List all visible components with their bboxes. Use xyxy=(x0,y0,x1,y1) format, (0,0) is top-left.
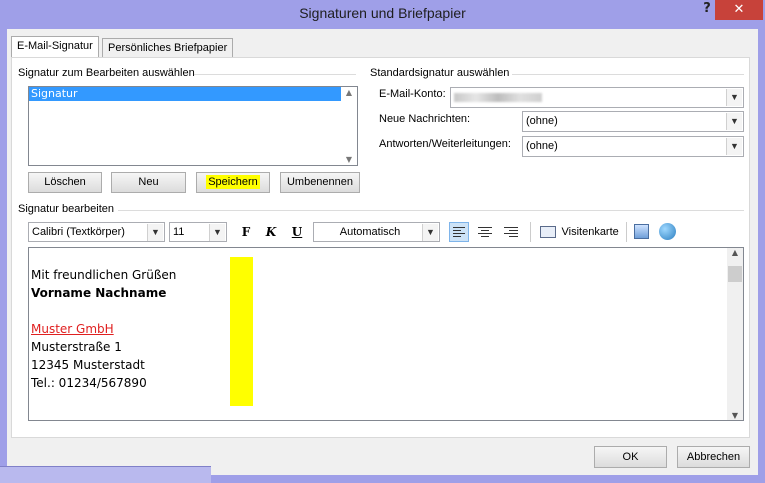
replies-label: Antworten/Weiterleitungen: xyxy=(379,138,511,150)
chevron-down-icon[interactable]: ▼ xyxy=(726,138,742,155)
align-center-button[interactable] xyxy=(475,222,495,242)
chevron-down-icon[interactable]: ▼ xyxy=(422,224,438,241)
window-title: Signaturen und Briefpapier xyxy=(299,5,466,21)
insert-picture-icon[interactable] xyxy=(634,224,649,239)
font-select[interactable]: Calibri (Textkörper) ▼ xyxy=(28,222,165,242)
group-divider xyxy=(194,74,356,75)
tab-email-signature-label: E-Mail-Signatur xyxy=(17,40,93,52)
signature-list[interactable]: Signatur ▲ ▼ xyxy=(28,86,358,166)
tab-personal-stationery-label: Persönliches Briefpapier xyxy=(108,42,228,54)
toolbar-divider xyxy=(530,222,531,242)
underline-button[interactable]: U xyxy=(287,222,307,242)
signature-line-city: 12345 Musterstadt xyxy=(31,358,145,372)
font-color-value: Automatisch xyxy=(339,226,401,238)
chevron-down-icon[interactable]: ▼ xyxy=(726,89,742,106)
bold-button[interactable]: F xyxy=(236,222,256,242)
scroll-up-icon[interactable]: ▲ xyxy=(342,88,356,97)
align-right-icon xyxy=(501,222,521,237)
signature-line-phone: Tel.: 01234/567890 xyxy=(31,376,147,390)
editor-scrollbar[interactable]: ▲ ▼ xyxy=(727,248,743,420)
background-window-edge xyxy=(0,466,211,483)
new-messages-value: (ohne) xyxy=(526,115,558,127)
group-divider xyxy=(118,210,744,211)
font-value: Calibri (Textkörper) xyxy=(32,226,125,238)
close-button[interactable]: ✕ xyxy=(715,0,763,20)
save-button-label: Speichern xyxy=(206,175,260,189)
replies-value: (ohne) xyxy=(526,140,558,152)
align-center-icon xyxy=(475,222,495,237)
insert-hyperlink-icon[interactable] xyxy=(659,223,676,240)
select-signature-label: Signatur zum Bearbeiten auswählen xyxy=(18,67,195,79)
email-account-select[interactable]: ▼ xyxy=(450,87,744,108)
align-left-button[interactable] xyxy=(449,222,469,242)
edit-signature-label: Signatur bearbeiten xyxy=(18,203,115,215)
ok-button[interactable]: OK xyxy=(594,446,667,468)
new-button[interactable]: Neu xyxy=(111,172,186,193)
tab-email-signature[interactable]: E-Mail-Signatur xyxy=(11,36,99,58)
list-item[interactable]: Signatur xyxy=(29,87,341,101)
align-left-icon xyxy=(450,223,468,237)
font-color-select[interactable]: Automatisch ▼ xyxy=(313,222,440,242)
scroll-up-icon[interactable]: ▲ xyxy=(727,248,743,257)
scroll-down-icon[interactable]: ▼ xyxy=(342,155,356,164)
new-messages-label: Neue Nachrichten: xyxy=(379,113,471,125)
font-size-value: 11 xyxy=(173,226,185,238)
business-card-icon xyxy=(540,226,556,238)
business-card-button[interactable]: Visitenkarte xyxy=(540,222,619,242)
chevron-down-icon[interactable]: ▼ xyxy=(147,224,163,241)
signature-line-name: Vorname Nachname xyxy=(31,286,167,300)
font-size-select[interactable]: 11 ▼ xyxy=(169,222,227,242)
signature-line-greeting: Mit freundlichen Grüßen xyxy=(31,268,177,282)
list-scrollbar[interactable]: ▲ ▼ xyxy=(342,88,356,164)
tab-personal-stationery[interactable]: Persönliches Briefpapier xyxy=(102,38,234,58)
rename-button[interactable]: Umbenennen xyxy=(280,172,360,193)
highlight-marker xyxy=(230,257,253,406)
signature-line-company[interactable]: Muster GmbH xyxy=(31,320,114,338)
toolbar-divider xyxy=(626,222,627,242)
business-card-label: Visitenkarte xyxy=(561,226,619,238)
save-button[interactable]: Speichern xyxy=(196,172,270,193)
group-divider xyxy=(512,74,744,75)
align-right-button[interactable] xyxy=(501,222,521,242)
scroll-thumb[interactable] xyxy=(728,266,742,282)
italic-button[interactable]: K xyxy=(261,222,281,242)
default-signature-label: Standardsignatur auswählen xyxy=(370,67,510,79)
scroll-down-icon[interactable]: ▼ xyxy=(727,411,743,420)
help-button[interactable]: ? xyxy=(700,0,714,20)
signature-line-street: Musterstraße 1 xyxy=(31,340,122,354)
cancel-button[interactable]: Abbrechen xyxy=(677,446,750,468)
replies-select[interactable]: (ohne) ▼ xyxy=(522,136,744,157)
blurred-account-value xyxy=(454,93,542,102)
new-messages-select[interactable]: (ohne) ▼ xyxy=(522,111,744,132)
chevron-down-icon[interactable]: ▼ xyxy=(726,113,742,130)
delete-button[interactable]: Löschen xyxy=(28,172,102,193)
email-account-label: E-Mail-Konto: xyxy=(379,88,446,100)
chevron-down-icon[interactable]: ▼ xyxy=(209,224,225,241)
